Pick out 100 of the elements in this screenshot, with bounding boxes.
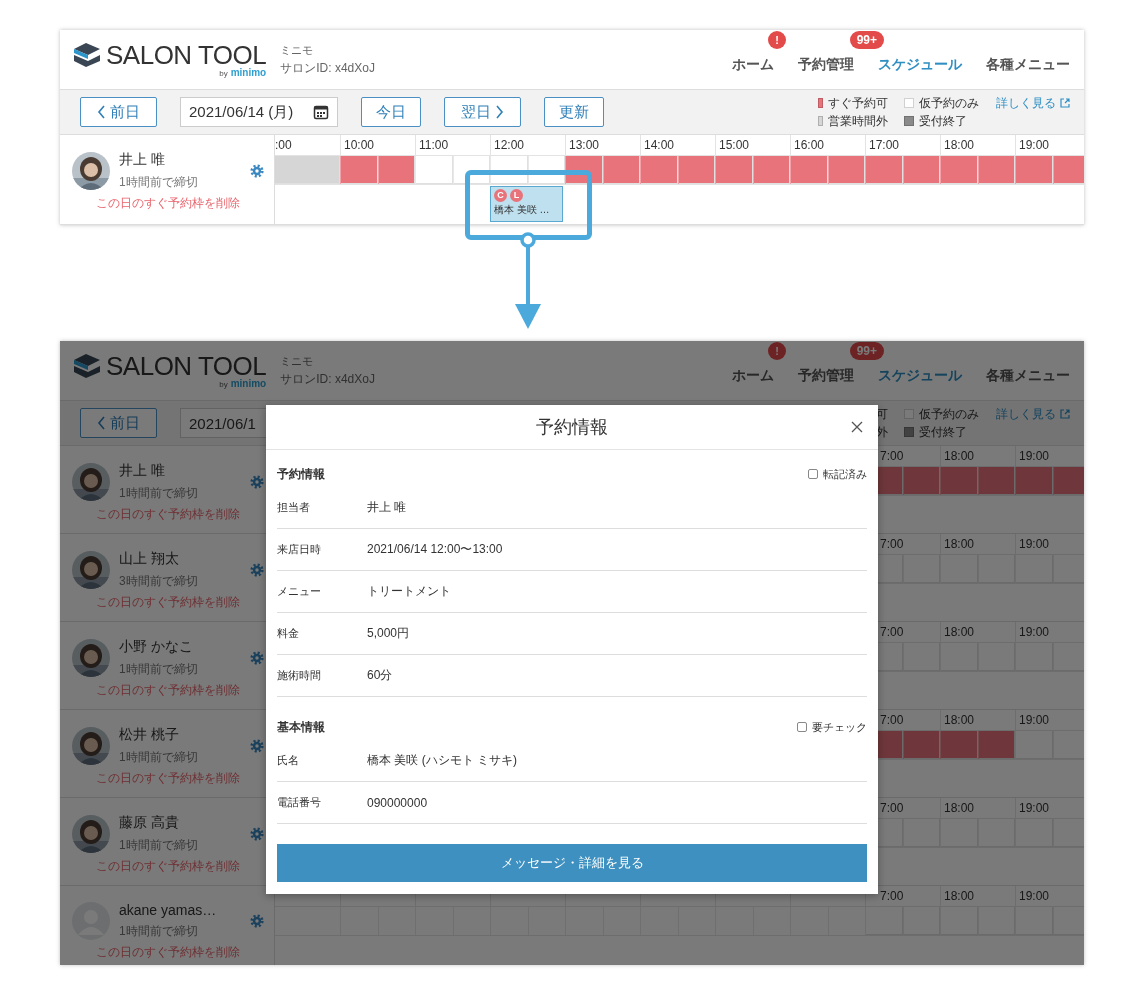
time-label: 19:00 [1015,446,1084,466]
details-link[interactable]: 詳しく見る [996,405,1070,423]
nav-tab[interactable]: 各種メニュー [986,56,1070,74]
settings-icon[interactable] [250,475,264,489]
field-label: 担当者 [277,500,311,515]
deadline-text: 3時間前で締切 [119,573,199,590]
field-value: 橋本 美咲 (ハシモト ミサキ) [367,752,517,769]
chevron-right-icon [495,105,504,119]
salon-id: サロンID: x4dXoJ [280,59,375,77]
salon-name: ミニモ [280,353,315,369]
deadline-text: 1時間前で締切 [119,923,199,940]
delete-slots-link[interactable]: この日のすぐ予約枠を削除 [96,858,240,875]
staff-name: 井上 唯 [119,151,166,169]
dialog-title: 予約情報 [536,416,608,439]
notification-badge: 99+ [849,31,884,49]
time-label: 19:00 [1015,135,1084,155]
time-label: 10:00 [340,135,415,155]
time-label: 17:00 [865,135,940,155]
settings-icon[interactable] [250,827,264,841]
next-day-button[interactable]: 翌日 [444,97,521,127]
field-label: 施術時間 [277,668,322,683]
booking-block[interactable]: C L 橋本 美咲 … [490,186,563,222]
legend-label: 仮予約のみ [919,405,979,423]
staff-name: 山上 翔太 [119,550,180,568]
chevron-left-icon [97,416,106,430]
deadline-text: 1時間前で締切 [119,174,199,191]
field-value: 090000000 [367,795,428,810]
nav-tab[interactable]: スケジュール [878,56,962,74]
deadline-text: 1時間前で締切 [119,837,199,854]
checkbox[interactable] [797,722,807,732]
previous-day-button[interactable]: 前日 [80,97,157,127]
delete-slots-link[interactable]: この日のすぐ予約枠を削除 [96,682,240,699]
time-label: 19:00 [1015,534,1084,554]
settings-icon[interactable] [250,164,264,178]
today-button[interactable]: 今日 [361,97,421,127]
tag-badge: L [510,189,523,202]
time-label: 18:00 [940,886,1015,906]
delete-slots-link[interactable]: この日のすぐ予約枠を削除 [96,195,240,212]
field-value: トリートメント [367,583,451,600]
staff-name: 小野 かなこ [119,638,194,656]
customer-name: 橋本 美咲 … [494,203,551,217]
settings-icon[interactable] [250,563,264,577]
logo-text: SALON TOOL [106,352,267,380]
time-label: 19:00 [1015,798,1084,818]
field-value: 2021/06/14 12:00〜13:00 [367,541,503,558]
notification-badge: 99+ [849,342,884,360]
date-field[interactable]: 2021/06/1 [180,408,266,438]
checkbox-label: 要チェック [812,719,867,735]
field-label: 電話番号 [277,795,322,810]
date-field[interactable]: 2021/06/14 (月) [180,97,338,127]
deadline-text: 1時間前で締切 [119,485,199,502]
staff-name: 松井 桃子 [119,726,180,744]
time-label: 18:00 [940,446,1015,466]
time-label: 19:00 [1015,622,1084,642]
nav-tab[interactable]: 各種メニュー [986,367,1070,385]
legend-label: すぐ予約可 [828,94,888,112]
delete-slots-link[interactable]: この日のすぐ予約枠を削除 [96,594,240,611]
field-value: 60分 [367,667,393,684]
settings-icon[interactable] [250,651,264,665]
deadline-text: 1時間前で締切 [119,749,199,766]
logo-icon [72,352,102,380]
settings-icon[interactable] [250,739,264,753]
byline-text: by [219,380,228,389]
checkbox[interactable] [808,469,818,479]
previous-day-button[interactable]: 前日 [80,408,157,438]
field-label: メニュー [277,584,322,599]
field-label: 氏名 [277,753,300,768]
external-link-icon [1060,409,1070,419]
checkbox-label: 転記済み [823,466,867,482]
delete-slots-link[interactable]: この日のすぐ予約枠を削除 [96,506,240,523]
details-link[interactable]: 詳しく見る [996,94,1070,112]
time-label: 15:00 [715,135,790,155]
time-label: 11:00 [415,135,490,155]
notification-badge: ! [768,342,786,360]
settings-icon[interactable] [250,914,264,928]
time-label: :00 [275,137,293,154]
time-label: 18:00 [940,135,1015,155]
staff-name: akane yamas… [119,902,218,918]
time-label: 13:00 [565,135,640,155]
legend-label: 受付終了 [919,112,967,130]
brand-name: minimo [230,67,267,78]
field-value: 5,000円 [367,625,410,642]
byline-text: by [219,69,228,78]
field-label: 料金 [277,626,300,641]
tag-badge: C [494,189,507,202]
time-label: 14:00 [640,135,715,155]
salon-name: ミニモ [280,42,315,58]
notification-badge: ! [768,31,786,49]
time-label: 12:00 [490,135,565,155]
field-label: 来店日時 [277,542,322,557]
delete-slots-link[interactable]: この日のすぐ予約枠を削除 [96,770,240,787]
calendar-icon [313,104,329,120]
logo-text: SALON TOOL [106,41,267,69]
view-details-button[interactable]: メッセージ・詳細を見る [277,844,867,882]
delete-slots-link[interactable]: この日のすぐ予約枠を削除 [96,944,240,961]
logo-icon [72,41,102,69]
time-label: 16:00 [790,135,865,155]
close-icon[interactable] [851,421,863,433]
nav-tab[interactable]: スケジュール [878,367,962,385]
refresh-button[interactable]: 更新 [544,97,604,127]
